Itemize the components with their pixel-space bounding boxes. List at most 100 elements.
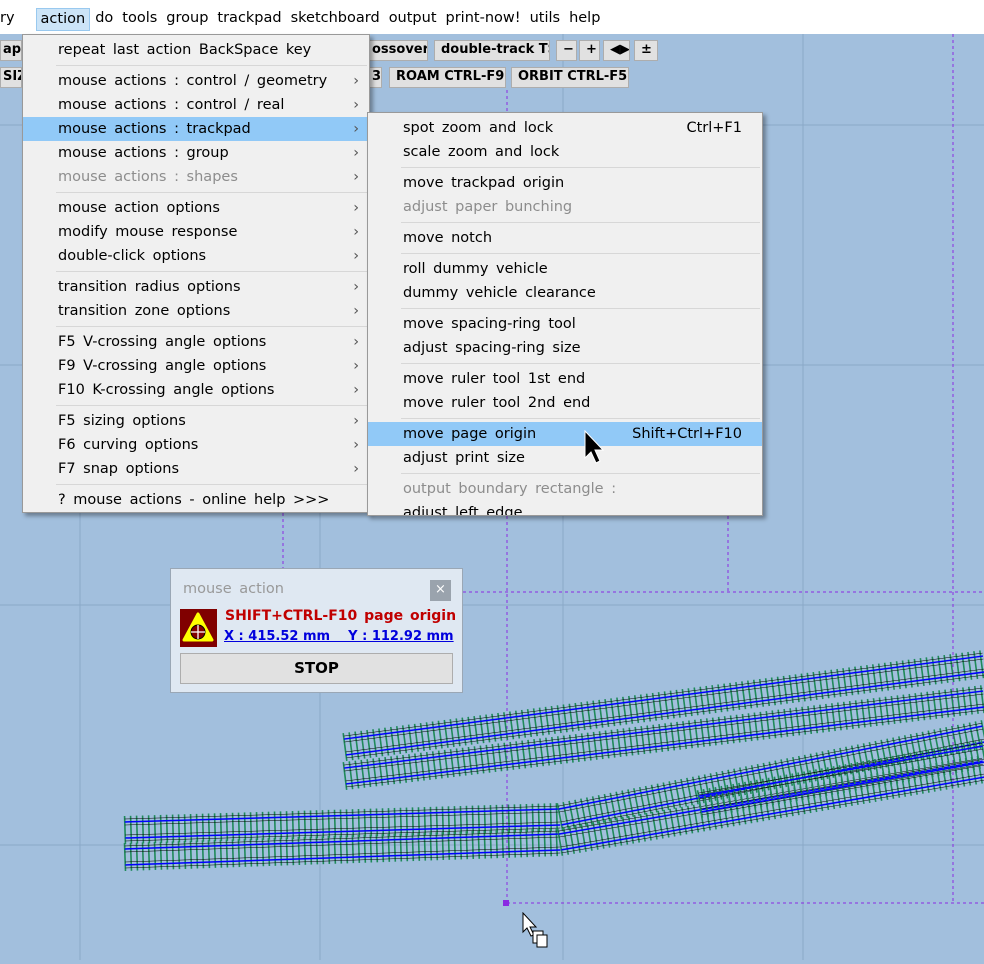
sleeper — [495, 830, 499, 859]
menu-printnow[interactable]: print-now! — [442, 8, 525, 31]
sleeper — [973, 651, 979, 680]
menu-action[interactable]: action — [35, 8, 91, 31]
menu-utils[interactable]: utils — [526, 8, 565, 31]
sleeper — [777, 709, 783, 738]
toolbar-button[interactable]: ossover — [365, 40, 428, 61]
sleeper — [693, 719, 699, 748]
menu-item[interactable]: transition zone options › — [23, 299, 369, 323]
sleeper — [395, 726, 402, 755]
menu-item-label: mouse actions : shapes — [58, 169, 238, 185]
sleeper — [771, 710, 777, 739]
stop-button[interactable]: STOP — [180, 653, 453, 684]
sleeper — [884, 696, 890, 725]
toolbar-button[interactable]: SIZ — [0, 67, 22, 88]
menu-item[interactable]: move page origin Shift+Ctrl+F10 — [368, 422, 762, 446]
sleeper — [538, 707, 544, 736]
sleeper — [366, 729, 372, 758]
sleeper — [537, 828, 541, 857]
menu-item[interactable]: roll dummy vehicle — [368, 257, 762, 281]
sleeper — [363, 834, 367, 863]
toolbar-button[interactable]: app — [0, 40, 22, 61]
sleeper — [267, 838, 271, 867]
menu-item[interactable]: F5 V-crossing angle options › — [23, 330, 369, 354]
menu-item[interactable]: F6 curving options › — [23, 433, 369, 457]
sleeper — [604, 730, 610, 759]
menu-item[interactable]: move ruler tool 2nd end — [368, 391, 762, 415]
menu-item[interactable]: F5 sizing options › — [23, 409, 369, 433]
menu-item[interactable]: dummy vehicle clearance — [368, 281, 762, 305]
sleeper — [435, 832, 439, 861]
menu-item[interactable]: mouse actions : trackpad › — [23, 117, 369, 141]
toolbar-button[interactable]: ROAM CTRL-F9 — [389, 67, 506, 88]
menu-group[interactable]: group — [162, 8, 212, 31]
menu-item[interactable]: move trackpad origin — [368, 171, 762, 195]
sleeper — [231, 812, 235, 841]
menu-item[interactable]: adjust paper bunching — [368, 195, 762, 219]
menu-item[interactable]: F7 snap options › — [23, 457, 369, 481]
menu-item[interactable]: adjust spacing-ring size — [368, 336, 762, 360]
menu-item[interactable]: mouse actions : control / geometry › — [23, 69, 369, 93]
sleeper — [425, 751, 431, 780]
sleeper — [520, 709, 527, 738]
menu-item[interactable]: scale zoom and lock — [368, 140, 762, 164]
menu-item[interactable]: move spacing-ring tool — [368, 312, 762, 336]
menu-item[interactable]: move notch — [368, 226, 762, 250]
menu-output[interactable]: output — [385, 8, 441, 31]
menu-item[interactable]: output boundary rectangle : — [368, 477, 762, 501]
menu-item[interactable]: move ruler tool 1st end — [368, 367, 762, 391]
toolbar-button[interactable]: double-track TS — [434, 40, 550, 61]
menu-help[interactable]: help — [565, 8, 604, 31]
sleeper — [473, 716, 479, 744]
toolbar-button[interactable]: + — [579, 40, 600, 61]
sleeper — [842, 701, 848, 730]
menu-item-label: repeat last action BackSpace key — [58, 42, 312, 58]
toolbar-button[interactable]: − — [556, 40, 577, 61]
sleeper — [513, 804, 517, 833]
sleeper — [423, 832, 427, 861]
menu-item[interactable]: modify mouse response › — [23, 220, 369, 244]
sleeper — [622, 696, 628, 725]
sleeper — [141, 842, 145, 871]
sleeper — [485, 714, 491, 743]
menu-item-label: output boundary rectangle : — [403, 481, 617, 497]
menu-item[interactable]: adjust print size — [368, 446, 762, 470]
menu-item[interactable]: mouse actions : control / real › — [23, 93, 369, 117]
coords-readout[interactable]: X : 415.52 mm Y : 112.92 mm — [224, 629, 454, 644]
sleeper — [237, 839, 241, 868]
menu-item[interactable]: spot zoom and lock Ctrl+F1 — [368, 116, 762, 140]
close-button[interactable]: × — [430, 580, 451, 601]
menu-tools[interactable]: tools — [118, 8, 161, 31]
sleeper — [411, 833, 415, 862]
sleeper — [291, 837, 295, 866]
menu-sketchboard[interactable]: sketchboard — [287, 8, 384, 31]
menu-item-label: move ruler tool 2nd end — [403, 395, 591, 411]
menu-item[interactable]: mouse actions : group › — [23, 141, 369, 165]
sleeper — [699, 718, 705, 747]
menu-ry[interactable]: ry — [0, 8, 19, 31]
menu-item[interactable]: ? mouse actions - online help >>> — [23, 488, 369, 512]
menu-item[interactable]: repeat last action BackSpace key — [23, 38, 369, 62]
sleeper — [369, 808, 373, 837]
mouse-action-dialog: mouse action × SHIFT+CTRL-F10 page origi… — [170, 568, 463, 693]
menu-item[interactable]: F10 K-crossing angle options › — [23, 378, 369, 402]
menu-item[interactable]: transition radius options › — [23, 275, 369, 299]
sleeper — [824, 670, 830, 699]
menu-do[interactable]: do — [91, 8, 117, 31]
sleeper — [123, 842, 127, 872]
menu-item-label: move trackpad origin — [403, 175, 565, 191]
toolbar-button[interactable]: ◀▶ — [603, 40, 630, 61]
chevron-right-icon: › — [353, 73, 359, 89]
sleeper — [447, 831, 451, 860]
sleeper — [580, 823, 587, 852]
toolbar-button[interactable]: ORBIT CTRL-F5 — [511, 67, 629, 88]
sleeper — [309, 810, 313, 839]
menu-item[interactable]: mouse action options › — [23, 196, 369, 220]
toolbar-button[interactable]: ± — [634, 40, 658, 61]
menu-item[interactable]: mouse actions : shapes › — [23, 165, 369, 189]
sleeper — [770, 677, 776, 706]
menu-item[interactable]: adjust left edge — [368, 501, 762, 515]
menu-item[interactable]: double-click options › — [23, 244, 369, 268]
sleeper — [354, 731, 360, 760]
menu-item[interactable]: F9 V-crossing angle options › — [23, 354, 369, 378]
menu-trackpad[interactable]: trackpad — [213, 8, 285, 31]
